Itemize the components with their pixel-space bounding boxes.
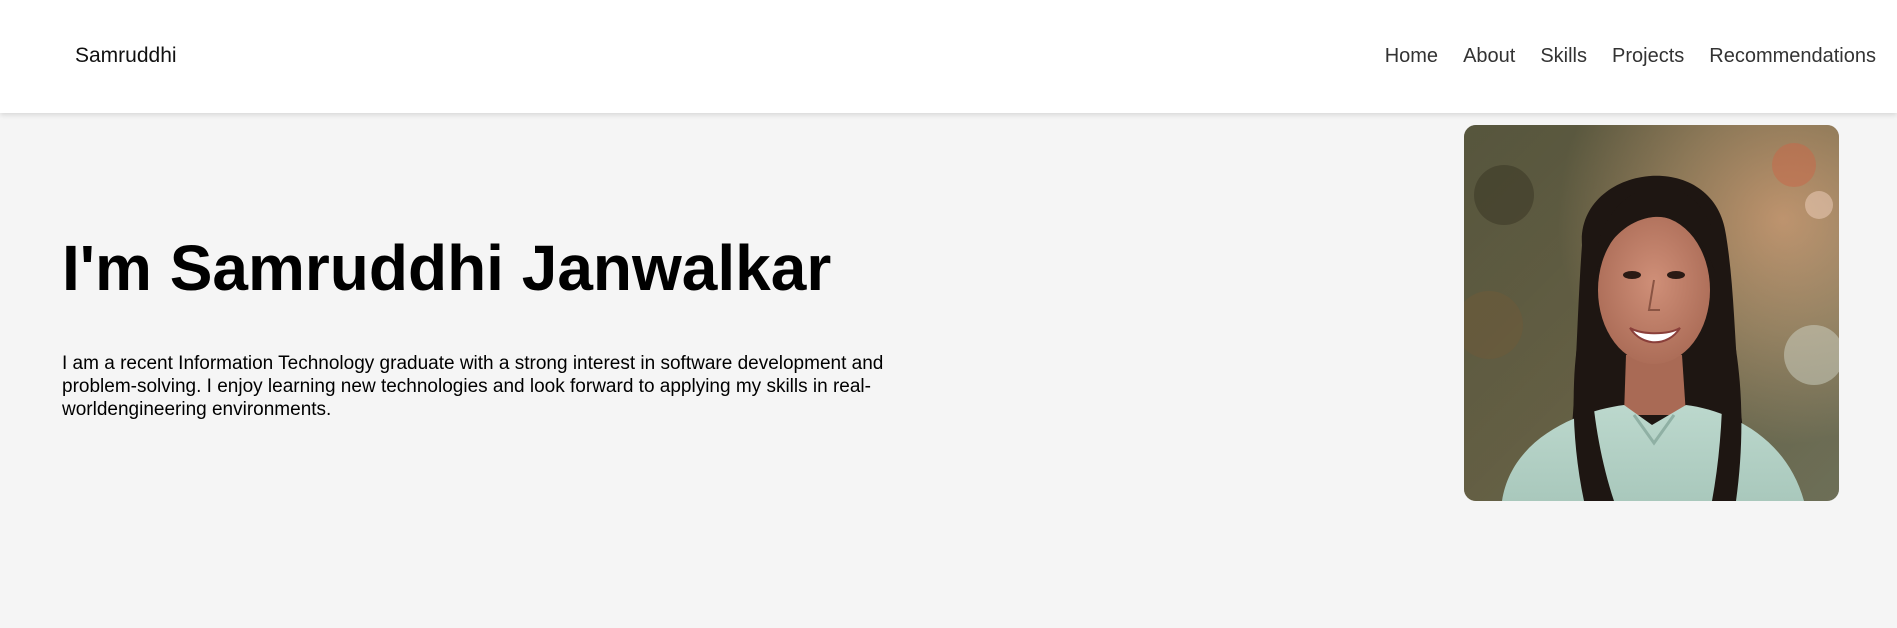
profile-photo [1464,125,1839,501]
hero-description: I am a recent Information Technology gra… [62,353,884,420]
hero-section: I'm Samruddhi Janwalkar I am a recent In… [0,113,1897,628]
nav-home-link[interactable]: Home [1385,44,1438,68]
nav-about-link[interactable]: About [1463,44,1515,68]
nav-projects-link[interactable]: Projects [1612,44,1684,68]
nav-skills-link[interactable]: Skills [1540,44,1587,68]
brand-logo-text[interactable]: Samruddhi [75,44,177,68]
nav-recommendations-link[interactable]: Recommendations [1709,44,1876,68]
main-nav: Home About Skills Projects Recommendatio… [1385,44,1876,68]
hero-title: I'm Samruddhi Janwalkar [62,232,832,304]
profile-photo-icon [1464,125,1839,501]
site-header: Samruddhi Home About Skills Projects Rec… [0,0,1897,113]
